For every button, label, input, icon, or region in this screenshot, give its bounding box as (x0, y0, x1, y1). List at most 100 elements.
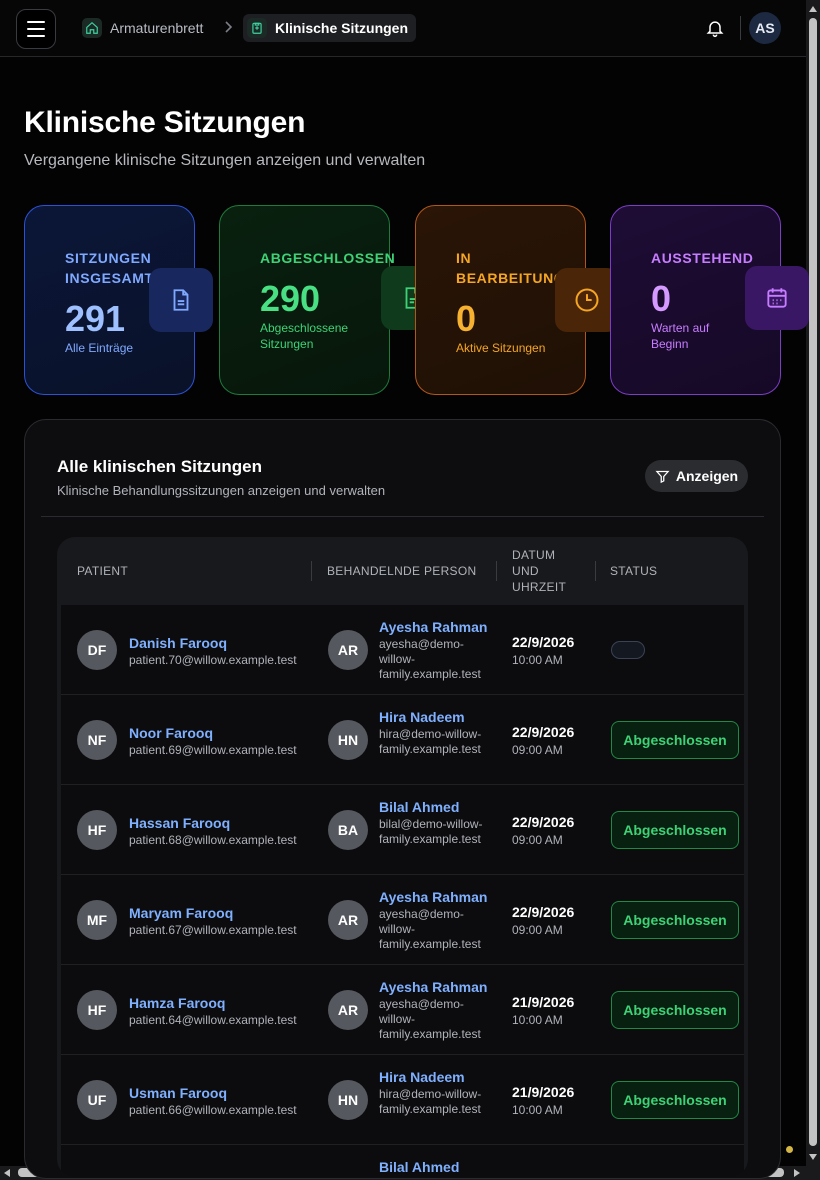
home-icon (82, 18, 102, 38)
session-time: 09:00 AM (512, 923, 563, 937)
scroll-right-arrow[interactable] (794, 1169, 800, 1177)
column-header-therapist[interactable]: BEHANDELNDE PERSON (327, 537, 476, 605)
table-row[interactable]: HF Hamza Farooq patient.64@willow.exampl… (61, 965, 744, 1055)
stat-label: AUSSTEHEND (651, 250, 754, 266)
session-date: 21/9/2026 (512, 994, 575, 1010)
stat-card-in-progress: IN BEARBEITUNG 0 Aktive Sitzungen (415, 205, 619, 395)
therapist-name[interactable]: Bilal Ahmed (379, 1159, 459, 1175)
therapist-email: ayesha@demo-willow-family.example.test (379, 637, 481, 681)
stat-card-total: SITZUNGEN INSGESAMT 291 Alle Einträge (24, 205, 213, 395)
table-row[interactable]: MF Maryam Farooq patient.67@willow.examp… (61, 875, 744, 965)
hamburger-icon (27, 21, 45, 23)
session-time: 10:00 AM (512, 653, 563, 667)
vertical-scroll-thumb[interactable] (809, 18, 817, 1146)
patient-email: patient.67@willow.example.test (129, 923, 297, 937)
breadcrumb-current-label: Klinische Sitzungen (275, 20, 409, 36)
stat-label: ABGESCHLOSSEN (260, 250, 396, 266)
column-divider (496, 561, 497, 581)
breadcrumb-home-label: Armaturenbrett (110, 20, 204, 36)
session-time: 09:00 AM (512, 743, 563, 757)
table-body: DF Danish Farooq patient.70@willow.examp… (61, 605, 744, 1177)
table-row[interactable]: NF Noor Farooq patient.69@willow.example… (61, 695, 744, 785)
patient-name[interactable]: Hassan Farooq (129, 815, 230, 831)
therapist-avatar: HN (328, 1080, 368, 1120)
clinical-icon (247, 18, 267, 38)
stat-value: 0 (651, 278, 672, 319)
therapist-email: hira@demo-willow-family.example.test (379, 727, 482, 756)
stat-description: Aktive Sitzungen (456, 341, 546, 355)
therapist-email: bilal@demo-willow-family.example.test (379, 817, 483, 846)
stat-description: Alle Einträge (65, 341, 134, 355)
menu-button[interactable] (16, 9, 56, 49)
patient-name[interactable]: Hamza Farooq (129, 995, 225, 1011)
patient-name[interactable]: Usman Farooq (129, 1085, 227, 1101)
breadcrumb-current[interactable]: Klinische Sitzungen (243, 14, 417, 42)
session-date: 22/9/2026 (512, 904, 575, 920)
patient-name[interactable]: Noor Farooq (129, 725, 213, 741)
session-date: 22/9/2026 (512, 814, 575, 830)
chevron-right-icon (225, 21, 233, 33)
top-bar: Armaturenbrett Klinische Sitzungen AS (0, 0, 806, 57)
patient-avatar: HF (77, 810, 117, 850)
therapist-name[interactable]: Ayesha Rahman (379, 889, 487, 905)
column-divider (595, 561, 596, 581)
scroll-up-arrow[interactable] (809, 6, 817, 12)
stat-value: 290 (260, 278, 321, 319)
divider (740, 16, 741, 40)
filter-button[interactable]: Anzeigen (645, 460, 748, 492)
panel-subtitle: Klinische Behandlungssitzungen anzeigen … (57, 483, 386, 498)
breadcrumb-home[interactable]: Armaturenbrett (78, 14, 211, 42)
table-row[interactable]: HF Hassan Farooq patient.68@willow.examp… (61, 785, 744, 875)
column-header-patient[interactable]: PATIENT (77, 537, 128, 605)
stat-description: Abgeschlossene Sitzungen (260, 321, 349, 351)
patient-avatar: DF (77, 630, 117, 670)
bell-icon[interactable] (705, 18, 725, 38)
patient-avatar: HF (77, 990, 117, 1030)
page-title: Klinische Sitzungen (24, 106, 306, 139)
session-date: 21/9/2026 (512, 1084, 575, 1100)
scroll-down-arrow[interactable] (809, 1154, 817, 1160)
therapist-avatar: BA (328, 810, 368, 850)
therapist-name[interactable]: Hira Nadeem (379, 709, 465, 725)
patient-email: patient.64@willow.example.test (129, 1013, 297, 1027)
session-time: 10:00 AM (512, 1013, 563, 1027)
patient-email: patient.66@willow.example.test (129, 1103, 297, 1117)
stat-card-pending: AUSSTEHEND 0 Warten auf Beginn (610, 205, 809, 395)
column-header-datetime[interactable]: DATUM UND UHRZEIT (512, 537, 566, 605)
session-date: 22/9/2026 (512, 634, 575, 650)
status-badge (611, 641, 645, 659)
status-badge: Abgeschlossen (611, 721, 739, 759)
patient-name[interactable]: Danish Farooq (129, 635, 227, 651)
therapist-name[interactable]: Hira Nadeem (379, 1069, 465, 1085)
stat-value: 291 (65, 298, 126, 339)
user-avatar[interactable]: AS (749, 12, 781, 44)
status-badge: Abgeschlossen (611, 991, 739, 1029)
divider (41, 516, 764, 517)
therapist-email: ayesha@demo-willow-family.example.test (379, 907, 481, 951)
therapist-name[interactable]: Ayesha Rahman (379, 979, 487, 995)
page-subtitle: Vergangene klinische Sitzungen anzeigen … (24, 152, 426, 169)
stat-value: 0 (456, 298, 477, 339)
therapist-avatar: AR (328, 990, 368, 1030)
therapist-email: hira@demo-willow-family.example.test (379, 1087, 482, 1116)
status-dot (786, 1146, 793, 1153)
table-row[interactable]: Bilal Ahmed (61, 1145, 744, 1177)
calendar-icon (745, 266, 809, 330)
session-time: 09:00 AM (512, 833, 563, 847)
sessions-table: PATIENT BEHANDELNDE PERSON DATUM UND UHR… (57, 537, 748, 1177)
status-badge: Abgeschlossen (611, 811, 739, 849)
scroll-left-arrow[interactable] (4, 1169, 10, 1177)
therapist-name[interactable]: Ayesha Rahman (379, 619, 487, 635)
patient-avatar: MF (77, 900, 117, 940)
table-row[interactable]: UF Usman Farooq patient.66@willow.exampl… (61, 1055, 744, 1145)
filter-icon (655, 470, 670, 483)
session-date: 22/9/2026 (512, 724, 575, 740)
column-header-status[interactable]: STATUS (610, 537, 657, 605)
stat-label: IN BEARBEITUNG (456, 250, 566, 286)
status-badge: Abgeschlossen (611, 901, 739, 939)
therapist-avatar: HN (328, 720, 368, 760)
patient-avatar: NF (77, 720, 117, 760)
table-row[interactable]: DF Danish Farooq patient.70@willow.examp… (61, 605, 744, 695)
therapist-name[interactable]: Bilal Ahmed (379, 799, 459, 815)
patient-name[interactable]: Maryam Farooq (129, 905, 233, 921)
